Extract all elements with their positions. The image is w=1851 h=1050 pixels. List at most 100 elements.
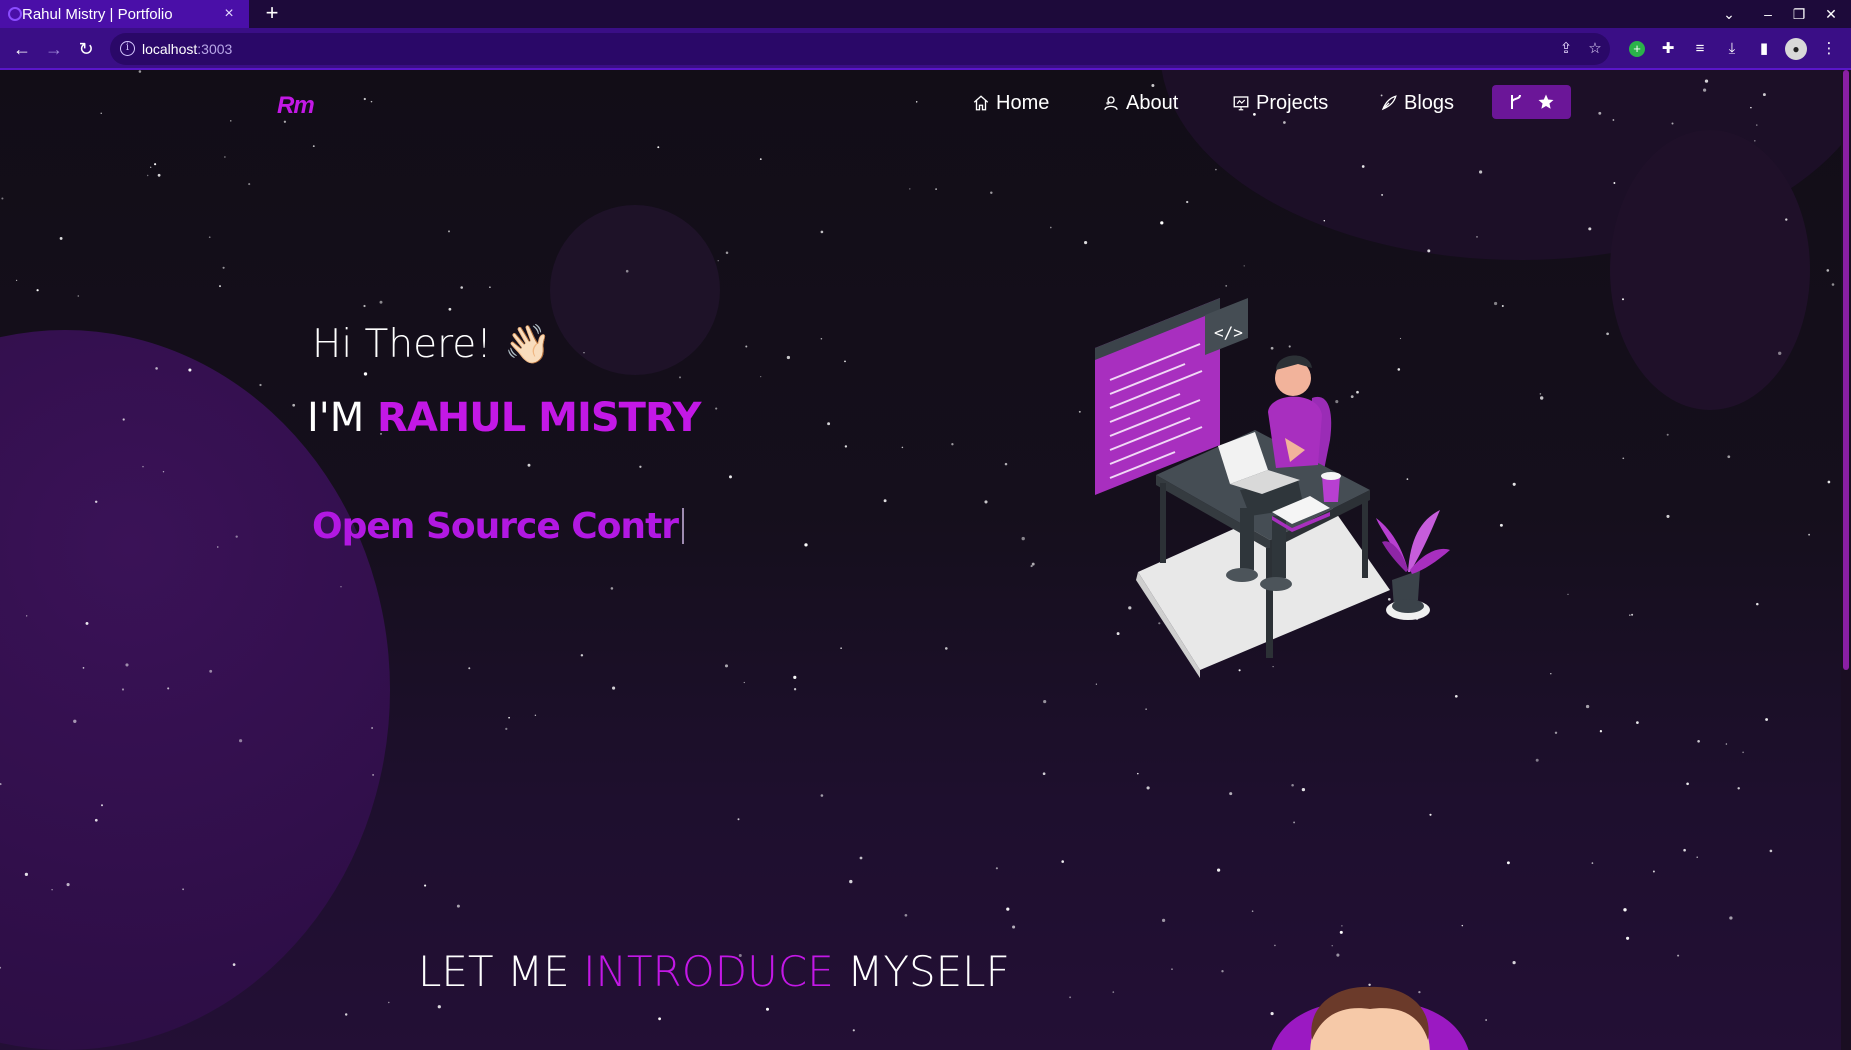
star-dot: [448, 230, 450, 233]
star-dot: [36, 289, 39, 292]
star-dot: [1622, 457, 1625, 460]
star-dot: [209, 669, 213, 673]
page-viewport: Rm Home About Projects Blogs Hi There! 👋…: [0, 70, 1851, 1050]
minimize-button[interactable]: –: [1757, 3, 1779, 25]
star-dot: [951, 443, 954, 446]
star-dot: [1427, 249, 1431, 253]
star-dot: [1671, 122, 1674, 125]
nav-blogs[interactable]: Blogs: [1380, 86, 1454, 120]
star-dot: [610, 587, 614, 590]
reload-button[interactable]: ↻: [74, 37, 98, 61]
extensions-puzzle-icon[interactable]: ✚: [1657, 38, 1679, 60]
star-dot: [370, 100, 373, 103]
side-panel-icon[interactable]: ▮: [1753, 38, 1775, 60]
star-dot: [26, 615, 28, 617]
star-dot: [1171, 968, 1173, 970]
star-dot: [363, 372, 368, 376]
page-scrollbar[interactable]: [1841, 70, 1851, 1050]
nav-about-label: About: [1126, 91, 1179, 114]
browser-toolbar: ← → ↻ i localhost:3003 ⇪ ☆ + ✚ ≡ ⤓ ▮ ● ⋮: [0, 28, 1851, 70]
star-dot: [59, 236, 63, 240]
star-icon: [1538, 94, 1553, 109]
profile-avatar-icon[interactable]: ●: [1785, 38, 1807, 60]
star-dot: [371, 727, 373, 729]
star-dot: [424, 884, 427, 887]
star-dot: [904, 913, 908, 917]
star-dot: [1004, 462, 1008, 466]
site-logo[interactable]: Rm: [277, 92, 315, 120]
scrollbar-thumb[interactable]: [1843, 70, 1849, 670]
star-dot: [1217, 868, 1221, 872]
im-prefix: I'M: [307, 395, 365, 441]
restore-button[interactable]: ❐: [1788, 3, 1810, 25]
close-window-button[interactable]: ✕: [1820, 3, 1842, 25]
star-dot: [1636, 721, 1639, 724]
star-dot: [1585, 704, 1590, 709]
svg-text:</>: </>: [1214, 323, 1243, 342]
star-dot: [990, 191, 993, 195]
address-bar[interactable]: i localhost:3003 ⇪ ☆: [110, 33, 1610, 65]
home-icon: [973, 95, 989, 111]
star-dot: [1704, 79, 1709, 83]
star-dot: [85, 621, 89, 625]
star-dot: [1826, 269, 1830, 272]
star-dot: [1727, 455, 1731, 459]
star-dot: [1293, 821, 1296, 824]
star-dot: [1069, 996, 1072, 999]
star-dot: [1485, 1019, 1487, 1021]
star-dot: [1769, 849, 1773, 853]
tab-search-icon[interactable]: ⌄: [1718, 3, 1740, 25]
download-icon[interactable]: ⤓: [1721, 38, 1743, 60]
star-dot: [1476, 236, 1478, 238]
github-star-button[interactable]: [1492, 85, 1571, 119]
nav-home[interactable]: Home: [972, 86, 1049, 120]
tab-close-icon[interactable]: ×: [219, 5, 239, 23]
star-dot: [1613, 182, 1616, 184]
star-dot: [138, 70, 142, 73]
star-dot: [1550, 672, 1552, 675]
star-dot: [1499, 523, 1503, 527]
star-dot: [1631, 613, 1634, 616]
star-dot: [852, 1029, 855, 1032]
star-dot: [1331, 945, 1333, 947]
star-dot: [725, 251, 729, 255]
new-tab-button[interactable]: +: [260, 2, 284, 26]
star-dot: [1381, 193, 1384, 196]
star-dot: [1, 197, 4, 200]
media-queue-icon[interactable]: ≡: [1689, 38, 1711, 60]
star-dot: [1283, 121, 1286, 124]
star-dot: [915, 101, 918, 103]
star-dot: [489, 286, 491, 289]
star-dot: [859, 856, 863, 860]
star-dot: [1221, 970, 1224, 973]
star-dot: [1215, 168, 1217, 171]
star-dot: [121, 688, 125, 691]
forward-button[interactable]: →: [42, 37, 66, 61]
hero-name-line: I'M RAHUL MISTRY: [307, 395, 702, 441]
browser-menu-icon[interactable]: ⋮: [1818, 38, 1840, 60]
star-dot: [1006, 907, 1010, 911]
star-dot: [1043, 700, 1047, 704]
nav-projects[interactable]: Projects: [1232, 86, 1328, 120]
star-dot: [1623, 908, 1627, 912]
star-dot: [363, 97, 366, 101]
star-dot: [125, 663, 129, 667]
star-dot: [729, 475, 732, 479]
star-dot: [82, 667, 85, 669]
star-dot: [66, 883, 70, 887]
extension-green-icon[interactable]: +: [1629, 41, 1645, 57]
site-info-icon[interactable]: i: [120, 41, 135, 56]
bookmark-star-icon[interactable]: ☆: [1585, 39, 1605, 59]
browser-tab-active[interactable]: Rahul Mistry | Portfolio ×: [0, 0, 249, 28]
share-icon[interactable]: ⇪: [1556, 39, 1576, 59]
star-dot: [1429, 813, 1432, 816]
back-button[interactable]: ←: [10, 37, 34, 61]
star-dot: [1161, 918, 1166, 923]
star-dot: [1756, 602, 1759, 606]
nav-about[interactable]: About: [1102, 86, 1178, 120]
star-dot: [1112, 991, 1115, 993]
star-dot: [849, 879, 853, 884]
typed-text: Open Source Contr: [312, 506, 679, 547]
star-dot: [0, 966, 2, 969]
star-dot: [766, 1007, 769, 1011]
